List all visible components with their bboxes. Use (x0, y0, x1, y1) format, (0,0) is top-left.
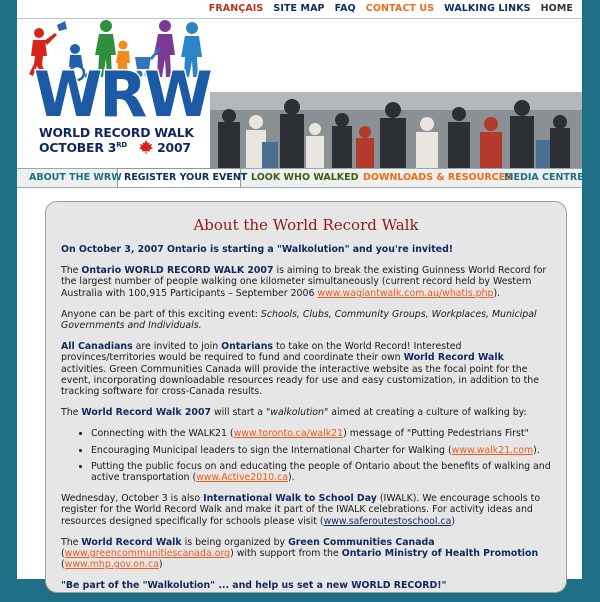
top-nav-contact-us[interactable]: CONTACT US (366, 3, 434, 14)
page-frame: FRANÇAIS SITE MAP FAQ CONTACT US WALKING… (17, 0, 584, 593)
nav-media-centre[interactable]: MEDIA CENTRE (504, 172, 584, 183)
goals-list: Connecting with the WALK21 (www.toronto.… (61, 428, 551, 483)
text-bold: All Canadians (61, 341, 133, 353)
text-bold: World Record Walk (81, 536, 182, 548)
text: activities. Green Communities Canada wil… (61, 363, 540, 398)
top-nav-links: FRANÇAIS SITE MAP FAQ CONTACT US WALKING… (209, 3, 573, 14)
text-bold: World Record Walk 2007 (81, 407, 211, 419)
logo-date-month: OCTOBER 3 (39, 140, 117, 155)
logo-date-suffix: RD (116, 140, 128, 149)
text: is being organized by (181, 536, 289, 548)
top-nav-walking-links[interactable]: WALKING LINKS (444, 3, 530, 14)
text-italic: walkolution (270, 407, 324, 419)
paragraph-organizers: The World Record Walk is being organized… (61, 537, 551, 571)
link-walk21[interactable]: www.walk21.com (452, 445, 534, 456)
text: ) message of "Putting Pedestrians First" (343, 428, 529, 440)
top-nav-francais[interactable]: FRANÇAIS (209, 3, 264, 14)
nav-downloads-resources[interactable]: DOWNLOADS & RESOURCES (363, 172, 512, 183)
text: ) (451, 515, 456, 527)
paragraph-record-goal: The Ontario WORLD RECORD WALK 2007 is ai… (61, 265, 551, 299)
text: ) (158, 559, 163, 571)
intro-paragraph: On October 3, 2007 Ontario is starting a… (61, 244, 454, 255)
text: ). (493, 287, 501, 299)
text-bold: Ontario WORLD RECORD WALK 2007 (81, 265, 274, 277)
list-item: Putting the public focus on and educatin… (91, 461, 551, 483)
wrw-logo[interactable]: WRW WORLD RECORD WALK OCTOBER 3RD 2007 (17, 19, 215, 168)
paragraph-participants: Anyone can be part of this exciting even… (61, 309, 551, 331)
text: ). (288, 472, 295, 484)
paragraph-canadians: All Canadians are invited to join Ontari… (61, 341, 551, 397)
crowd-image (210, 92, 582, 168)
main-nav: ABOUT THE WRW REGISTER YOUR EVENT LOOK W… (17, 168, 584, 188)
closing-line: "Be part of the "Walkolution" ... and he… (61, 580, 447, 592)
text-bold: World Record Walk (403, 352, 504, 364)
article: About the World Record Walk On October 3… (61, 216, 551, 602)
text: Wednesday, October 3 is also (61, 493, 204, 505)
top-nav-site-map[interactable]: SITE MAP (273, 3, 324, 14)
text-bold: International Walk to School Day (203, 493, 377, 505)
text: Anyone can be part of this exciting even… (61, 308, 261, 320)
text: ). (533, 444, 540, 456)
nav-about-wrw[interactable]: ABOUT THE WRW (29, 172, 122, 183)
banner: WRW WORLD RECORD WALK OCTOBER 3RD 2007 (17, 19, 582, 168)
paragraph-walkolution: The World Record Walk 2007 will start a … (61, 407, 551, 418)
text: ) with support from the (230, 548, 342, 560)
link-wagiantwalk[interactable]: www.wagiantwalk.com.au/whatis.php (317, 288, 493, 299)
text-bold: Ontario Ministry of Health Promotion (341, 548, 539, 560)
maple-leaf-icon (139, 140, 154, 157)
text: will start a " (211, 407, 271, 419)
link-walk21-toronto[interactable]: www.toronto.ca/walk21 (234, 428, 344, 439)
text: are invited to join (132, 341, 222, 353)
link-greencommunities[interactable]: www.greencommunitiescanada.org (65, 548, 230, 559)
text: The (61, 536, 82, 548)
paragraph-iwalk: Wednesday, October 3 is also Internation… (61, 493, 551, 527)
wrw-logo-letters: WRW (33, 58, 215, 131)
text-bold: Green Communities Canada (288, 536, 435, 548)
text: Encouraging Municipal leaders to sign th… (91, 444, 452, 456)
link-mhp[interactable]: www.mhp.gov.on.ca (65, 559, 159, 570)
link-saferoutes[interactable]: www.saferoutestoschool.ca (324, 516, 452, 527)
text-bold: Ontarians (221, 341, 274, 353)
content-panel: About the World Record Walk On October 3… (45, 201, 567, 593)
logo-date: OCTOBER 3RD 2007 (39, 140, 191, 157)
top-nav-faq[interactable]: FAQ (335, 3, 356, 14)
text: Connecting with the WALK21 ( (91, 428, 234, 440)
walkers-crowd-photo (210, 92, 582, 168)
text: Putting the public focus on and educatin… (91, 460, 551, 484)
list-item: Encouraging Municipal leaders to sign th… (91, 445, 551, 456)
logo-date-year: 2007 (157, 140, 191, 155)
link-active2010[interactable]: www.Active2010.ca (196, 472, 288, 483)
nav-look-who-walked[interactable]: LOOK WHO WALKED (251, 172, 359, 183)
text: " aimed at creating a culture of walking… (323, 407, 527, 419)
top-nav-home[interactable]: HOME (541, 3, 573, 14)
text: The (61, 265, 82, 277)
page-title: About the World Record Walk (193, 216, 419, 234)
top-utility-bar: FRANÇAIS SITE MAP FAQ CONTACT US WALKING… (17, 0, 582, 19)
text: The (61, 407, 82, 419)
logo-title: WORLD RECORD WALK (39, 125, 194, 140)
nav-register-event[interactable]: REGISTER YOUR EVENT (124, 172, 247, 183)
list-item: Connecting with the WALK21 (www.toronto.… (91, 428, 551, 439)
